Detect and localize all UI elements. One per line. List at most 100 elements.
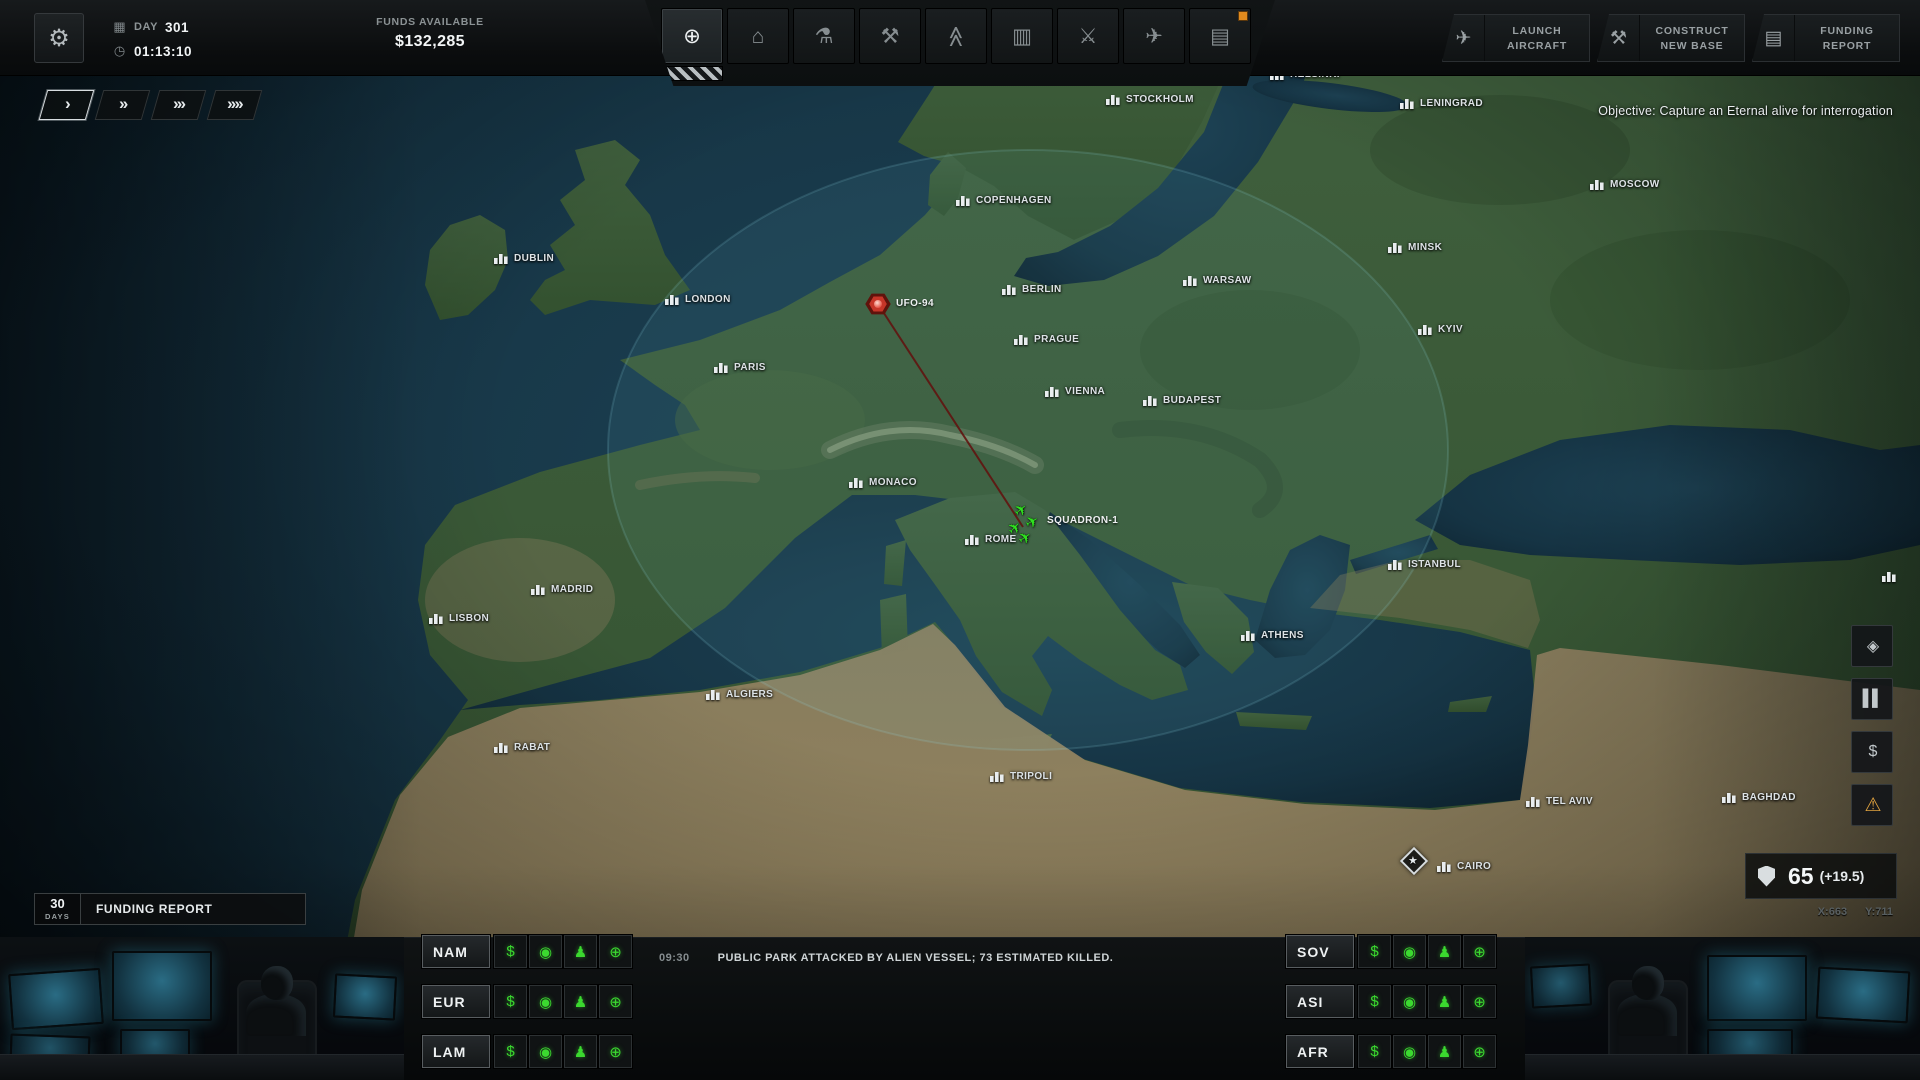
city-label: STOCKHOLM: [1126, 94, 1194, 105]
region-funding-icon[interactable]: $: [494, 935, 527, 968]
menu-button-armory[interactable]: ⚔: [1057, 8, 1119, 64]
region-relations-icon[interactable]: ♟: [1428, 935, 1461, 968]
city-marker: BERLIN: [1002, 283, 1062, 295]
action-icon: ▤: [1753, 15, 1795, 61]
city-marker: LONDON: [665, 293, 731, 305]
city-icon: [706, 688, 721, 700]
region-status-icon[interactable]: ⊕: [599, 935, 632, 968]
time-button-speed-1[interactable]: ›: [39, 90, 95, 120]
funding-countdown-label: FUNDING REPORT: [81, 894, 212, 924]
region-status-icon[interactable]: ⊕: [599, 1035, 632, 1068]
tool-icon: ⚠: [1864, 794, 1879, 817]
settings-button[interactable]: ⚙: [34, 13, 84, 63]
city-icon: [1014, 333, 1029, 345]
time-button-speed-2[interactable]: ››: [95, 90, 151, 120]
region-surveillance-icon[interactable]: ◉: [529, 1035, 562, 1068]
region-panel-left: NAM $ ◉ ♟ ⊕ EUR $ ◉ ♟ ⊕: [422, 935, 632, 1080]
region-surveillance-icon[interactable]: ◉: [1393, 935, 1426, 968]
action-icon: ⚒: [1598, 15, 1640, 61]
tool-icon: $: [1869, 743, 1876, 761]
tool-button-resources[interactable]: ◈: [1851, 625, 1893, 667]
main-menu-strip: ⊕ ⌂ ⚗ ⚒ ≫ ▥ ⚔ ✈ ▤: [645, 0, 1275, 86]
city-marker: ROME: [965, 533, 1017, 545]
region-relations-icon[interactable]: ♟: [564, 935, 597, 968]
tool-button-munitions[interactable]: ▌▌: [1851, 678, 1893, 720]
city-marker: KYIV: [1418, 323, 1463, 335]
soldier-count: 65: [1788, 863, 1814, 890]
region-funding-icon[interactable]: $: [494, 985, 527, 1018]
city-icon: [956, 194, 971, 206]
action-label: FUNDING REPORT: [1805, 25, 1889, 52]
menu-button-engineering[interactable]: ⚒: [859, 8, 921, 64]
crew-console-left: [0, 937, 404, 1080]
tool-button-alerts[interactable]: ⚠: [1851, 784, 1893, 826]
menu-icon: ⚗: [815, 26, 834, 47]
city-marker: [1882, 570, 1902, 582]
menu-button-stores[interactable]: ▤: [1189, 8, 1251, 64]
chevron-icon: ›: [65, 95, 69, 115]
region-surveillance-icon[interactable]: ◉: [1393, 985, 1426, 1018]
tool-button-finance[interactable]: $: [1851, 731, 1893, 773]
region-relations-icon[interactable]: ♟: [1428, 985, 1461, 1018]
city-marker: BAGHDAD: [1722, 791, 1796, 803]
region-label: LAM: [422, 1035, 490, 1068]
side-tools: ◈ ▌▌ $ ⚠: [1851, 625, 1893, 826]
city-icon: [1722, 791, 1737, 803]
city-icon: [990, 770, 1005, 782]
action-button-launch-aircraft[interactable]: ✈ LAUNCH AIRCRAFT: [1442, 14, 1590, 62]
news-ticker: 09:30 PUBLIC PARK ATTACKED BY ALIEN VESS…: [659, 952, 1113, 964]
menu-button-hangar[interactable]: ⌂: [727, 8, 789, 64]
base-star-icon: ★: [1408, 854, 1418, 867]
region-relations-icon[interactable]: ♟: [564, 985, 597, 1018]
region-relations-icon[interactable]: ♟: [564, 1035, 597, 1068]
action-label: LAUNCH AIRCRAFT: [1495, 25, 1579, 52]
city-label: MOSCOW: [1610, 179, 1660, 190]
region-status-icon[interactable]: ⊕: [599, 985, 632, 1018]
region-status-icon[interactable]: ⊕: [1463, 1035, 1496, 1068]
city-icon: [1388, 241, 1403, 253]
region-status-icon[interactable]: ⊕: [1463, 935, 1496, 968]
region-status-icon[interactable]: ⊕: [1463, 985, 1496, 1018]
region-funding-icon[interactable]: $: [1358, 985, 1391, 1018]
days-box: 30 DAYS: [35, 894, 81, 924]
region-row: SOV $ ◉ ♟ ⊕: [1286, 935, 1496, 968]
city-icon: [531, 583, 546, 595]
monitor-screen: [8, 968, 104, 1030]
menu-icon: ▥: [1012, 26, 1032, 47]
menu-button-research[interactable]: ⚗: [793, 8, 855, 64]
action-button-construct-new-base[interactable]: ⚒ CONSTRUCT NEW BASE: [1597, 14, 1745, 62]
region-funding-icon[interactable]: $: [494, 1035, 527, 1068]
soldier-icon: [1758, 866, 1775, 887]
time-button-speed-4[interactable]: ››››: [207, 90, 263, 120]
region-label: EUR: [422, 985, 490, 1018]
region-surveillance-icon[interactable]: ◉: [529, 985, 562, 1018]
region-surveillance-icon[interactable]: ◉: [529, 935, 562, 968]
region-funding-icon[interactable]: $: [1358, 935, 1391, 968]
region-relations-icon[interactable]: ♟: [1428, 1035, 1461, 1068]
region-funding-icon[interactable]: $: [1358, 1035, 1391, 1068]
region-row: ASI $ ◉ ♟ ⊕: [1286, 985, 1496, 1018]
menu-button-soldiers[interactable]: ≫: [925, 8, 987, 64]
region-surveillance-icon[interactable]: ◉: [1393, 1035, 1426, 1068]
bottom-strip: 09:30 PUBLIC PARK ATTACKED BY ALIEN VESS…: [0, 937, 1920, 1080]
menu-button-aircraft[interactable]: ✈: [1123, 8, 1185, 64]
region-row: AFR $ ◉ ♟ ⊕: [1286, 1035, 1496, 1068]
region-row: LAM $ ◉ ♟ ⊕: [422, 1035, 632, 1068]
monitor-screen: [1530, 963, 1592, 1008]
menu-icon: ⚔: [1079, 26, 1098, 47]
city-marker: STOCKHOLM: [1106, 93, 1194, 105]
city-icon: [1388, 558, 1403, 570]
time-button-speed-3[interactable]: ›››: [151, 90, 207, 120]
city-label: COPENHAGEN: [976, 195, 1052, 206]
menu-button-geoscape[interactable]: ⊕: [661, 8, 723, 64]
city-label: RABAT: [514, 742, 550, 753]
city-icon: [1418, 323, 1433, 335]
region-label: AFR: [1286, 1035, 1354, 1068]
menu-button-containment[interactable]: ▥: [991, 8, 1053, 64]
region-row: EUR $ ◉ ♟ ⊕: [422, 985, 632, 1018]
menu-icon: ⚒: [881, 26, 900, 47]
city-label: ATHENS: [1261, 630, 1304, 641]
action-button-funding-report[interactable]: ▤ FUNDING REPORT: [1752, 14, 1900, 62]
city-label: VIENNA: [1065, 386, 1105, 397]
city-label: WARSAW: [1203, 275, 1252, 286]
